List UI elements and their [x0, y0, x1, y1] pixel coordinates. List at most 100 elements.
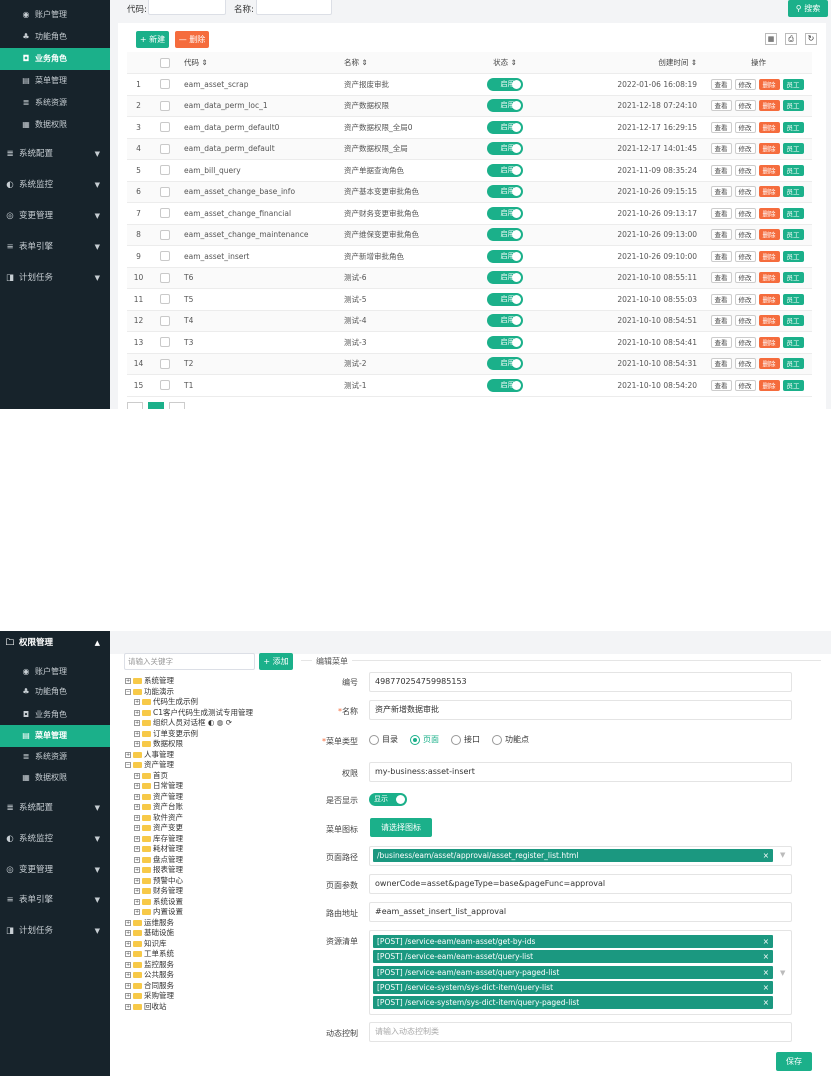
- tree-node[interactable]: + 内置设置: [134, 907, 183, 917]
- expand-icon[interactable]: +: [134, 835, 140, 842]
- status-toggle[interactable]: 启用: [487, 378, 523, 392]
- expand-icon[interactable]: +: [125, 993, 131, 999]
- table-row[interactable]: 6 eam_asset_change_base_info 资产基本变更审批角色 启用 2…: [127, 181, 812, 203]
- status-toggle[interactable]: 启用: [487, 249, 523, 263]
- row-checkbox[interactable]: [150, 202, 179, 225]
- tree-node[interactable]: + 回收站: [125, 1002, 167, 1012]
- staff-button[interactable]: 员工: [782, 336, 804, 348]
- expand-icon[interactable]: +: [134, 888, 140, 894]
- row-checkbox[interactable]: [150, 95, 179, 117]
- sidebar-item-6[interactable]: ≣ 系统配置 ▼: [0, 143, 110, 165]
- sidebar-item-0[interactable]: ◉ 账户管理: [0, 4, 110, 26]
- tree-node[interactable]: + 组织人员对话框 ◐ ◍ ⟳: [134, 718, 232, 728]
- edit-button[interactable]: 修改: [734, 186, 756, 198]
- sidebar2-item-3[interactable]: ◘ 业务角色: [0, 704, 110, 726]
- sidebar-item-9[interactable]: ≡ 表单引擎 ▼: [0, 236, 110, 258]
- expand-icon[interactable]: +: [134, 825, 140, 831]
- del-button[interactable]: 删除: [758, 186, 780, 198]
- view-button[interactable]: 查看: [710, 272, 732, 284]
- row-checkbox[interactable]: [150, 310, 179, 332]
- table-row[interactable]: 10 T6 测试-6 启用 2021-10-10 08:55:11 查看 修改 删除 员工: [127, 267, 812, 289]
- tree-node[interactable]: + 财务管理: [134, 886, 183, 896]
- expand-icon[interactable]: +: [125, 961, 131, 968]
- expand-icon[interactable]: +: [125, 982, 131, 989]
- staff-button[interactable]: 员工: [782, 186, 804, 198]
- status-toggle[interactable]: 启用: [487, 120, 523, 134]
- sidebar2-item-2[interactable]: ♣ 功能角色: [0, 681, 110, 703]
- del-button[interactable]: 删除: [758, 336, 780, 348]
- delete-button[interactable]: — 删除: [175, 31, 209, 48]
- page-prev[interactable]: [127, 402, 143, 409]
- refresh-icon[interactable]: ↻: [805, 33, 817, 45]
- expand-icon[interactable]: +: [134, 783, 140, 789]
- del-button[interactable]: 删除: [758, 78, 780, 90]
- sidebar2-item-9[interactable]: ◎ 变更管理 ▼: [0, 859, 110, 881]
- page-1[interactable]: [148, 402, 164, 409]
- del-button[interactable]: 删除: [758, 358, 780, 370]
- staff-button[interactable]: 员工: [782, 272, 804, 284]
- sidebar-item-3[interactable]: ▤ 菜单管理: [0, 70, 110, 92]
- sidebar-item-2[interactable]: ◘ 业务角色: [0, 48, 110, 70]
- del-button[interactable]: 删除: [758, 121, 780, 133]
- chevron-down-icon[interactable]: ▼: [780, 969, 785, 977]
- edit-button[interactable]: 修改: [734, 100, 756, 112]
- row-checkbox[interactable]: [150, 288, 179, 311]
- del-button[interactable]: 删除: [758, 164, 780, 176]
- columns-icon[interactable]: ▦: [765, 33, 777, 45]
- row-checkbox[interactable]: [150, 224, 179, 246]
- expand-icon[interactable]: +: [125, 919, 131, 926]
- row-checkbox[interactable]: [150, 374, 179, 397]
- edit-button[interactable]: 修改: [734, 78, 756, 90]
- view-button[interactable]: 查看: [710, 229, 732, 241]
- page-next[interactable]: [169, 402, 185, 409]
- del-button[interactable]: 删除: [758, 207, 780, 219]
- row-checkbox[interactable]: [150, 116, 179, 139]
- tree-node[interactable]: + 报表管理: [134, 865, 183, 875]
- edit-button[interactable]: 修改: [734, 164, 756, 176]
- view-button[interactable]: 查看: [710, 143, 732, 155]
- del-button[interactable]: 删除: [758, 293, 780, 305]
- tree-node[interactable]: + 耗材管理: [134, 844, 183, 854]
- name-input[interactable]: [256, 0, 332, 15]
- col-code[interactable]: 代码 ⇕: [179, 52, 339, 74]
- sidebar-item-1[interactable]: ♣ 功能角色: [0, 26, 110, 48]
- sidebar2-item-7[interactable]: ≣ 系统配置 ▼: [0, 797, 110, 819]
- status-toggle[interactable]: 启用: [487, 357, 523, 371]
- radio-1[interactable]: 页面: [410, 734, 439, 745]
- sidebar2-item-0[interactable]: 🗀 权限管理 ▲: [0, 632, 110, 654]
- expand-icon[interactable]: +: [134, 814, 140, 821]
- view-button[interactable]: 查看: [710, 121, 732, 133]
- tree-node[interactable]: + 预警中心: [134, 876, 183, 886]
- staff-button[interactable]: 员工: [782, 78, 804, 90]
- edit-button[interactable]: 修改: [734, 229, 756, 241]
- edit-button[interactable]: 修改: [734, 250, 756, 262]
- new-button[interactable]: + 新建: [136, 31, 169, 48]
- sidebar-item-4[interactable]: ≣ 系统资源: [0, 92, 110, 114]
- tree-node[interactable]: + 盘点管理: [134, 855, 183, 865]
- expand-icon[interactable]: +: [125, 930, 131, 936]
- table-row[interactable]: 2 eam_data_perm_loc_1 资产数据权限 启用 2021-12-18 0…: [127, 95, 812, 117]
- expand-icon[interactable]: +: [125, 972, 131, 978]
- tree-node[interactable]: + 资产变更: [134, 823, 183, 833]
- table-row[interactable]: 13 T3 测试-3 启用 2021-10-10 08:54:41 查看 修改 删除 员工: [127, 331, 812, 354]
- tree-node[interactable]: + 软件资产: [134, 813, 183, 823]
- del-button[interactable]: 删除: [758, 100, 780, 112]
- view-button[interactable]: 查看: [710, 250, 732, 262]
- tree-node[interactable]: + 订单变更示例: [134, 729, 198, 739]
- view-button[interactable]: 查看: [710, 186, 732, 198]
- staff-button[interactable]: 员工: [782, 100, 804, 112]
- select-all-checkbox[interactable]: [150, 52, 179, 74]
- table-row[interactable]: 1 eam_asset_scrap 资产报废审批 启用 2022-01-06 16:08…: [127, 73, 812, 96]
- sidebar2-item-11[interactable]: ◨ 计划任务 ▼: [0, 920, 110, 942]
- add-button[interactable]: + 添加: [259, 653, 293, 670]
- expand-icon[interactable]: +: [134, 898, 140, 905]
- del-button[interactable]: 删除: [758, 143, 780, 155]
- sidebar-item-8[interactable]: ◎ 变更管理 ▼: [0, 205, 110, 227]
- table-row[interactable]: 3 eam_data_perm_default0 资产数据权限_全局0 启用 2021-…: [127, 116, 812, 139]
- radio-0[interactable]: 目录: [369, 734, 398, 745]
- tree-search-input[interactable]: 请输入关键字: [124, 653, 255, 670]
- sidebar-item-10[interactable]: ◨ 计划任务 ▼: [0, 267, 110, 289]
- staff-button[interactable]: 员工: [782, 121, 804, 133]
- tree-node[interactable]: + 合同服务: [125, 981, 174, 991]
- edit-button[interactable]: 修改: [734, 336, 756, 348]
